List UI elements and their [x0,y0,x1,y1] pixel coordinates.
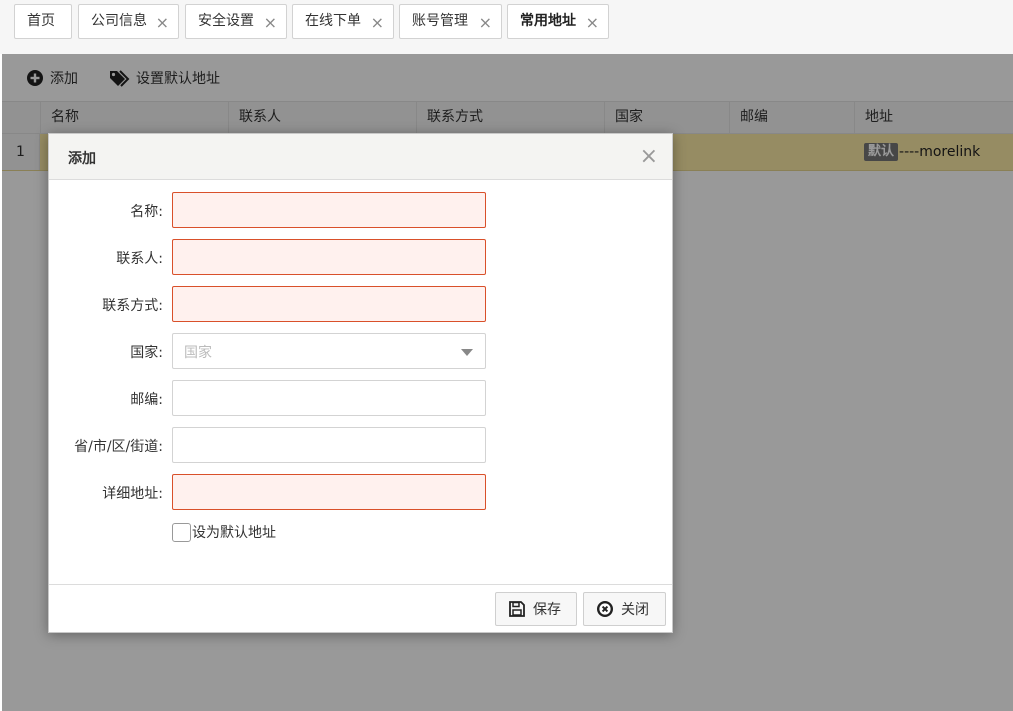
tab-online-order[interactable]: 在线下单 × [292,4,394,39]
tab-bar: 首页 公司信息 × 安全设置 × 在线下单 × 账号管理 × 常用地址 × [0,0,1013,54]
close-circle-icon [597,601,613,617]
tab-home[interactable]: 首页 [14,4,72,39]
chevron-down-icon [461,349,473,356]
close-button[interactable]: 关闭 [583,592,666,626]
country-placeholder: 国家 [184,345,212,361]
close-icon[interactable]: × [264,5,277,40]
close-icon[interactable]: × [371,5,384,40]
dialog-header: 添加 × [49,134,672,180]
close-icon[interactable]: × [640,143,658,171]
name-label: 名称: [130,204,163,220]
close-icon[interactable]: × [479,5,492,40]
region-label: 省/市/区/街道: [74,439,163,455]
region-field[interactable] [172,427,486,463]
save-button[interactable]: 保存 [495,592,577,626]
contact-method-field[interactable] [172,286,486,322]
dialog-title: 添加 [68,151,96,167]
country-select[interactable]: 国家 [172,333,486,369]
tab-label: 首页 [27,13,55,29]
country-label: 国家: [130,345,163,361]
contact-label: 联系人: [116,251,163,267]
add-address-dialog: 添加 × 名称: 联系人: 联系方式: 国家: 国家 邮编: 省/市/区/街道:… [48,133,673,633]
tab-label: 在线下单 [305,13,361,29]
name-field[interactable] [172,192,486,228]
tab-label: 公司信息 [91,13,147,29]
postcode-field[interactable] [172,380,486,416]
postcode-label: 邮编: [130,392,163,408]
contact-method-label: 联系方式: [102,298,163,314]
close-button-label: 关闭 [621,602,649,618]
tab-company-info[interactable]: 公司信息 × [78,4,179,39]
default-address-option: 设为默认地址 [172,522,276,542]
default-address-checkbox[interactable] [172,522,191,542]
dialog-footer: 保存 关闭 [49,584,672,632]
close-icon[interactable]: × [156,5,169,40]
tab-common-addresses[interactable]: 常用地址 × [507,4,609,39]
tab-label: 安全设置 [198,13,254,29]
default-address-checkbox-label[interactable]: 设为默认地址 [192,522,276,542]
tab-label: 常用地址 [520,13,576,29]
tab-security-settings[interactable]: 安全设置 × [185,4,287,39]
save-button-label: 保存 [533,602,561,618]
contact-field[interactable] [172,239,486,275]
close-icon[interactable]: × [586,5,599,40]
detail-address-label: 详细地址: [102,486,163,502]
tab-label: 账号管理 [412,13,468,29]
floppy-disk-icon [509,601,525,617]
detail-address-field[interactable] [172,474,486,510]
tab-account-management[interactable]: 账号管理 × [399,4,502,39]
